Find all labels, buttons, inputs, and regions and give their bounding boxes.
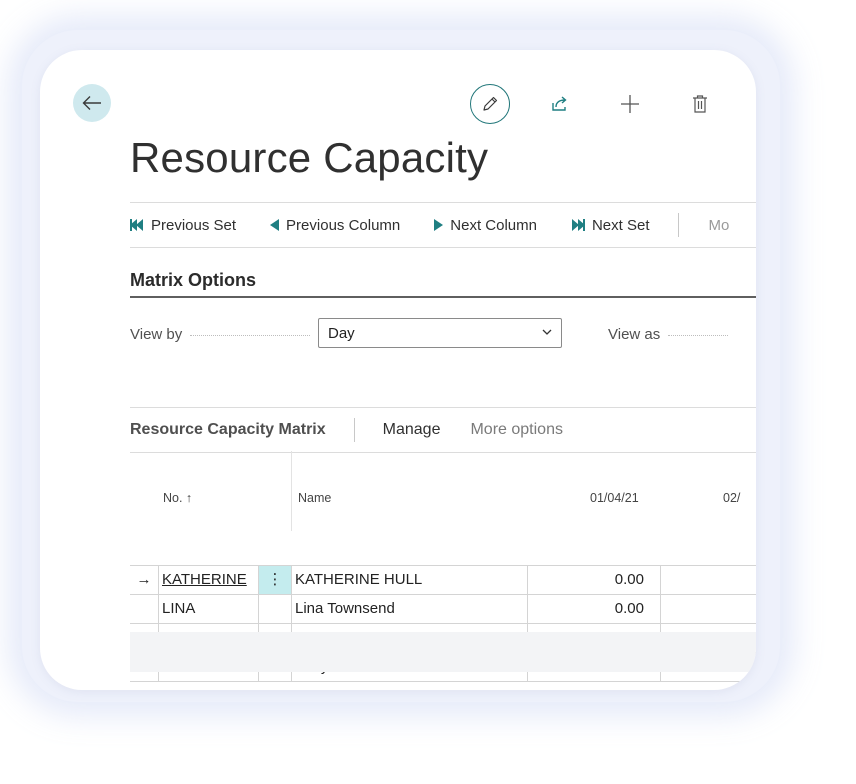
grid-footer (130, 632, 756, 672)
plus-icon (621, 95, 639, 113)
arrow-left-icon (82, 96, 101, 110)
table-row[interactable]: LINA Lina Townsend 0.00 (130, 595, 756, 624)
share-button[interactable] (548, 92, 572, 116)
row-menu-cell[interactable] (258, 595, 291, 623)
action-separator (677, 213, 679, 237)
matrix-action-bar: Resource Capacity Matrix Manage More opt… (130, 407, 756, 453)
new-button[interactable] (618, 92, 642, 116)
column-header-no[interactable]: No. ↑ (163, 491, 192, 505)
column-header-name[interactable]: Name (298, 491, 331, 505)
double-chevron-right-icon (571, 219, 585, 231)
page-panel: Resource Capacity Previous Set Previous … (40, 50, 756, 690)
chevron-down-icon (541, 325, 553, 342)
share-icon (552, 96, 567, 111)
action-bar: Previous Set Previous Column Next Column… (130, 202, 756, 248)
field-leader (668, 334, 729, 336)
view-as-label: View as (608, 326, 729, 343)
view-by-value: Day (328, 324, 355, 342)
pencil-icon (483, 96, 498, 111)
next-column-label: Next Column (450, 216, 537, 234)
double-chevron-left-icon (130, 219, 144, 231)
previous-column-label: Previous Column (286, 216, 401, 234)
view-by-label: View by (130, 326, 311, 343)
column-header-date-1[interactable]: 01/04/21 (590, 491, 639, 505)
row-arrow-cell (130, 595, 158, 623)
view-as-text: View as (608, 326, 661, 343)
column-header-date-2[interactable]: 02/ (723, 491, 740, 505)
view-by-text: View by (130, 326, 183, 343)
manage-menu[interactable]: Manage (383, 421, 441, 439)
matrix-title[interactable]: Resource Capacity Matrix (130, 421, 326, 439)
triangle-right-icon (434, 219, 444, 231)
field-leader (190, 334, 311, 336)
resource-no-link[interactable]: KATHERINE (158, 566, 258, 594)
next-set-label: Next Set (591, 216, 650, 234)
page-title: Resource Capacity (130, 134, 489, 181)
capacity-cell[interactable]: 0.00 (527, 595, 661, 623)
resource-name[interactable]: KATHERINE HULL (291, 566, 527, 594)
matrix-options-heading: Matrix Options (130, 270, 756, 298)
delete-button[interactable] (688, 92, 712, 116)
resource-no[interactable]: LINA (158, 595, 258, 623)
bar-separator (353, 418, 355, 442)
resource-name[interactable]: Lina Townsend (291, 595, 527, 623)
next-column-action[interactable]: Next Column (434, 217, 537, 234)
previous-set-action[interactable]: Previous Set (130, 217, 236, 234)
row-menu-icon[interactable]: ⋮ (258, 566, 291, 594)
next-set-action[interactable]: Next Set (571, 217, 650, 234)
capacity-cell[interactable]: 0.00 (527, 566, 661, 594)
more-actions[interactable]: Mo (709, 217, 730, 234)
view-by-select[interactable]: Day (318, 318, 562, 348)
previous-set-label: Previous Set (151, 216, 237, 234)
more-options-menu[interactable]: More options (470, 421, 563, 439)
table-row[interactable]: → KATHERINE ⋮ KATHERINE HULL 0.00 (130, 566, 756, 595)
triangle-left-icon (270, 219, 280, 231)
previous-column-action[interactable]: Previous Column (270, 217, 400, 234)
back-button[interactable] (73, 84, 111, 122)
trash-icon (693, 95, 707, 113)
column-divider (291, 451, 292, 531)
row-arrow-icon: → (136, 571, 152, 588)
edit-button[interactable] (470, 84, 510, 124)
